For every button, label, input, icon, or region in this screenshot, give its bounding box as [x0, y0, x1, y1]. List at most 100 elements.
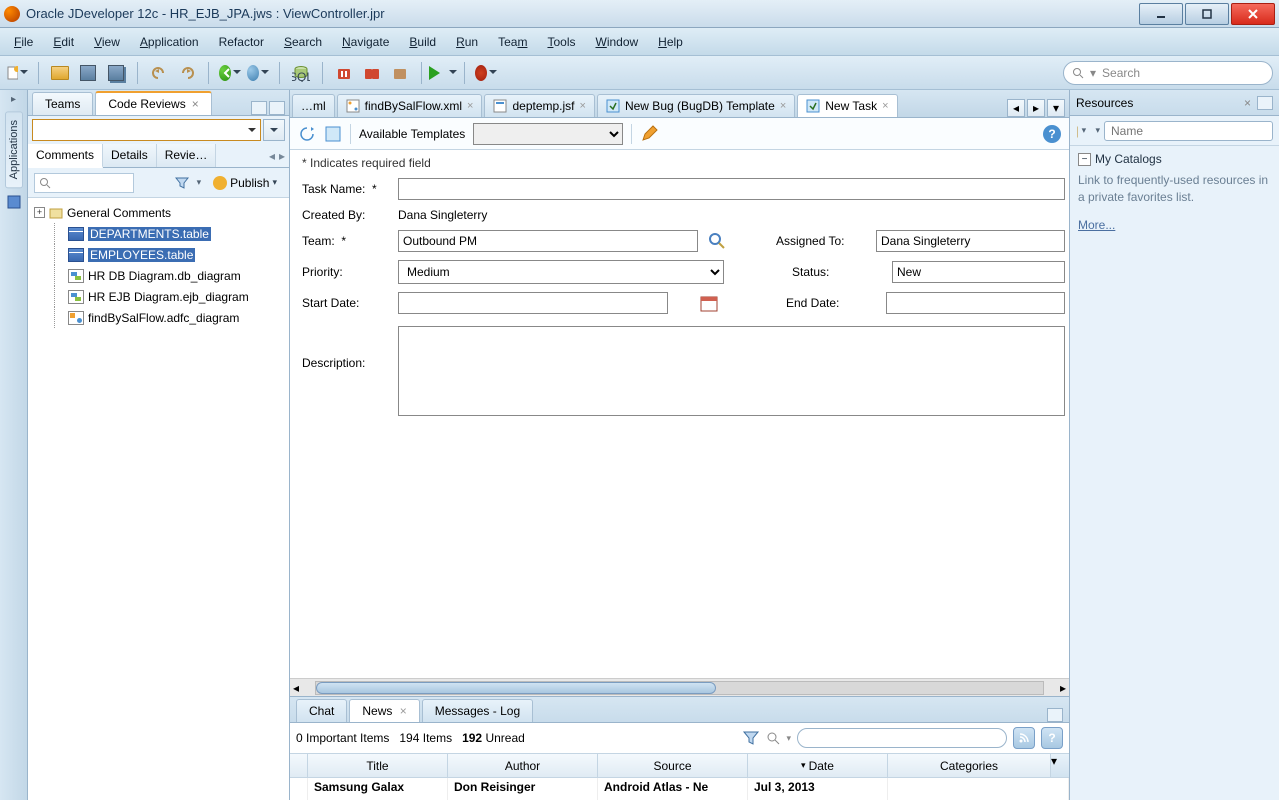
news-help-icon[interactable]: ? [1041, 727, 1063, 749]
open-button[interactable] [49, 62, 71, 84]
team-input[interactable] [398, 230, 698, 252]
editor-tab-3[interactable]: New Bug (BugDB) Template× [597, 94, 795, 117]
chat-tab[interactable]: Chat [296, 699, 347, 722]
tree-item-departments[interactable]: DEPARTMENTS.table [30, 223, 287, 244]
menu-file[interactable]: File [4, 31, 43, 53]
subtab-prev-icon[interactable]: ◂ [269, 149, 275, 163]
col-author[interactable]: Author [448, 754, 598, 777]
refresh-icon[interactable] [298, 125, 316, 143]
close-icon[interactable]: × [882, 100, 888, 112]
comments-subtab[interactable]: Comments [28, 144, 103, 168]
teams-tab[interactable]: Teams [32, 92, 93, 115]
help-icon[interactable]: ? [1043, 125, 1061, 143]
build-button-2[interactable] [361, 62, 383, 84]
applications-tab[interactable]: Applications [5, 111, 23, 188]
task-name-input[interactable] [398, 178, 1065, 200]
panel-maximize-icon[interactable] [1257, 96, 1273, 110]
menu-build[interactable]: Build [399, 31, 446, 53]
menu-team[interactable]: Team [488, 31, 537, 53]
save-button[interactable] [77, 62, 99, 84]
minimize-button[interactable] [1139, 3, 1183, 25]
my-catalogs-header[interactable]: My Catalogs [1078, 152, 1271, 166]
menu-search[interactable]: Search [274, 31, 332, 53]
edit-icon[interactable] [640, 125, 658, 143]
menu-navigate[interactable]: Navigate [332, 31, 399, 53]
close-icon[interactable]: × [400, 704, 407, 718]
menu-help[interactable]: Help [648, 31, 693, 53]
back-button[interactable] [219, 62, 241, 84]
sql-button[interactable]: SQL [290, 62, 312, 84]
more-link[interactable]: More... [1078, 218, 1115, 232]
search-icon[interactable] [708, 232, 726, 250]
editor-tab-4[interactable]: New Task× [797, 94, 897, 117]
close-icon[interactable]: × [1244, 96, 1251, 110]
news-tab[interactable]: News × [349, 699, 419, 722]
close-icon[interactable]: × [580, 100, 586, 112]
col-title[interactable]: Title [308, 754, 448, 777]
review-selector[interactable] [32, 119, 261, 141]
menu-window[interactable]: Window [585, 31, 648, 53]
menu-tools[interactable]: Tools [537, 31, 585, 53]
redo-button[interactable] [176, 62, 198, 84]
resources-name-input[interactable] [1104, 121, 1273, 141]
panel-minimize-icon[interactable] [1047, 708, 1063, 722]
search-icon[interactable] [1090, 124, 1091, 138]
news-filter-input[interactable] [797, 728, 1007, 748]
build-button-3[interactable] [389, 62, 411, 84]
messages-tab[interactable]: Messages - Log [422, 699, 533, 722]
subtab-next-icon[interactable]: ▸ [279, 149, 285, 163]
close-icon[interactable]: × [192, 97, 199, 111]
review-selector-aux[interactable] [263, 119, 285, 141]
description-input[interactable] [398, 326, 1065, 416]
save-all-button[interactable] [105, 62, 127, 84]
templates-select[interactable] [473, 123, 623, 145]
build-button-1[interactable] [333, 62, 355, 84]
editor-tab-0[interactable]: …ml [292, 94, 335, 117]
publish-button[interactable]: Publish▾ [207, 174, 283, 192]
assigned-input[interactable] [876, 230, 1065, 252]
panel-minimize-icon[interactable] [251, 101, 267, 115]
feed-button[interactable] [1013, 727, 1035, 749]
end-date-input[interactable] [886, 292, 1065, 314]
col-source[interactable]: Source [598, 754, 748, 777]
menu-view[interactable]: View [84, 31, 130, 53]
template-icon[interactable] [324, 125, 342, 143]
review-subtab[interactable]: Revie… [157, 144, 217, 167]
tree-root[interactable]: + General Comments [30, 202, 287, 223]
global-search[interactable]: ▾ Search [1063, 61, 1273, 85]
tree-item-ejb-diagram[interactable]: HR EJB Diagram.ejb_diagram [30, 286, 287, 307]
close-icon[interactable]: × [780, 100, 786, 112]
col-categories[interactable]: Categories [888, 754, 1051, 777]
table-scroll-icon[interactable]: ▾ [1051, 754, 1069, 777]
editor-tab-1[interactable]: findBySalFlow.xml× [337, 94, 483, 117]
menu-application[interactable]: Application [130, 31, 209, 53]
close-icon[interactable]: × [467, 100, 473, 112]
calendar-icon[interactable] [700, 294, 718, 312]
tree-item-employees[interactable]: EMPLOYEES.table [30, 244, 287, 265]
editor-tab-2[interactable]: deptemp.jsf× [484, 94, 594, 117]
new-resource-icon[interactable] [1076, 123, 1078, 139]
undo-button[interactable] [148, 62, 170, 84]
close-button[interactable] [1231, 3, 1275, 25]
status-input[interactable] [892, 261, 1065, 283]
priority-select[interactable]: Medium [398, 260, 724, 284]
new-button[interactable] [6, 62, 28, 84]
tab-list-icon[interactable]: ▾ [1047, 99, 1065, 117]
comments-search[interactable] [34, 173, 134, 193]
menu-run[interactable]: Run [446, 31, 488, 53]
code-reviews-tab[interactable]: Code Reviews× [95, 91, 211, 115]
tree-item-db-diagram[interactable]: HR DB Diagram.db_diagram [30, 265, 287, 286]
filter-icon[interactable] [173, 174, 191, 192]
menu-refactor[interactable]: Refactor [209, 31, 274, 53]
tab-prev-icon[interactable]: ◂ [1007, 99, 1025, 117]
panel-maximize-icon[interactable] [269, 101, 285, 115]
tab-next-icon[interactable]: ▸ [1027, 99, 1045, 117]
details-subtab[interactable]: Details [103, 144, 157, 167]
col-date[interactable]: ▾Date [748, 754, 888, 777]
run-button[interactable] [432, 62, 454, 84]
horizontal-scrollbar[interactable]: ◂ ▸ [290, 678, 1069, 696]
rail-icon[interactable] [6, 194, 22, 210]
expand-icon[interactable]: + [34, 207, 45, 218]
debug-button[interactable] [475, 62, 497, 84]
maximize-button[interactable] [1185, 3, 1229, 25]
